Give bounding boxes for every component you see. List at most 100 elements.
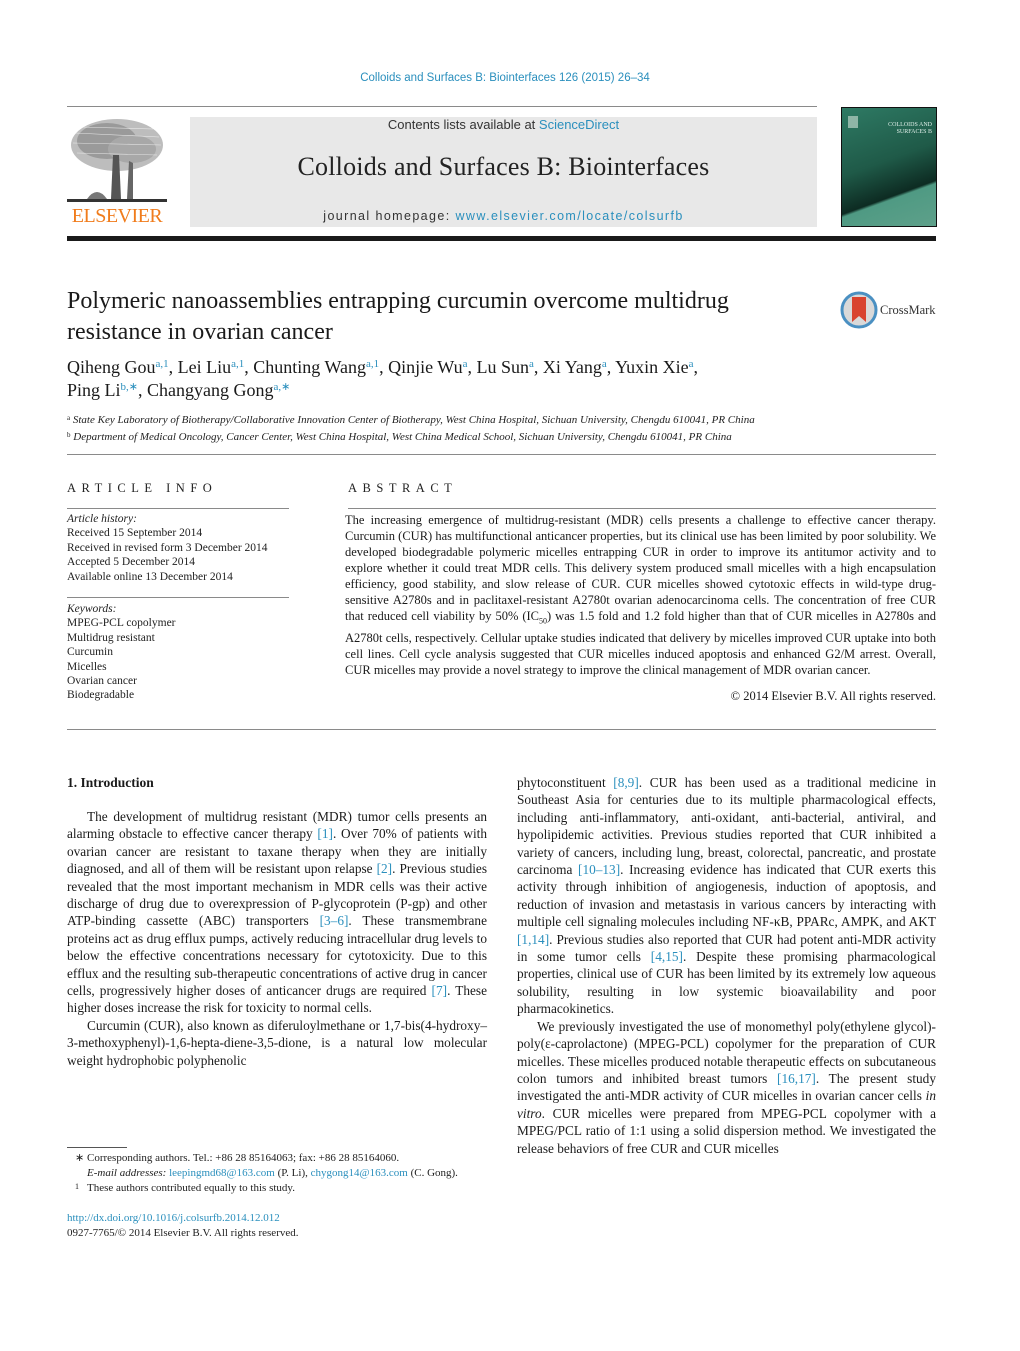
- affiliation-a: a State Key Laboratory of Biotherapy/Col…: [67, 411, 947, 428]
- footnote-rule: [67, 1147, 127, 1148]
- contents-line: Contents lists available at ScienceDirec…: [190, 117, 817, 132]
- journal-citation-link[interactable]: Colloids and Surfaces B: Biointerfaces 1…: [0, 72, 1010, 84]
- author-separator: ,: [693, 357, 699, 377]
- elsevier-wordmark: ELSEVIER: [71, 205, 163, 227]
- author-separator: ,: [244, 357, 254, 377]
- author-name[interactable]: Changyang Gong: [147, 380, 273, 400]
- author-name[interactable]: Chunting Wang: [253, 357, 366, 377]
- body-paragraph: The development of multidrug resistant (…: [67, 808, 487, 1017]
- author-name[interactable]: Qinjie Wu: [388, 357, 462, 377]
- footnotes: ∗ Corresponding authors. Tel.: +86 28 85…: [67, 1151, 497, 1196]
- article-info-heading: ARTICLE INFO: [67, 481, 218, 495]
- author-affiliation-marker[interactable]: a,1: [231, 358, 244, 370]
- author-separator: ,: [137, 380, 147, 400]
- footnote-text: These authors contributed equally to thi…: [87, 1182, 295, 1194]
- citation-link[interactable]: [2]: [377, 861, 393, 876]
- homepage-link[interactable]: www.elsevier.com/locate/colsurfb: [456, 209, 684, 223]
- author-separator: ,: [533, 357, 543, 377]
- keyword: Ovarian cancer: [67, 675, 137, 688]
- tree-icon: [67, 115, 167, 207]
- sciencedirect-link[interactable]: ScienceDirect: [539, 117, 619, 132]
- article-history: Article history: Received 15 September 2…: [67, 512, 297, 584]
- crossmark-icon: [840, 291, 878, 329]
- affiliation-mark: b: [67, 431, 71, 439]
- body-column-left: The development of multidrug resistant (…: [67, 808, 487, 1069]
- body-column-right: phytoconstituent [8,9]. CUR has been use…: [517, 774, 936, 1157]
- keywords-rule: [67, 597, 289, 598]
- body-text: phytoconstituent: [517, 775, 614, 790]
- keywords: Keywords: MPEG-PCL copolymer Multidrug r…: [67, 602, 297, 703]
- abstract-bottom-rule: [67, 729, 936, 730]
- email-label: E-mail addresses:: [87, 1167, 167, 1179]
- history-item: Received in revised form 3 December 2014: [67, 541, 268, 554]
- body-text: Curcumin (CUR), also known as diferuloyl…: [67, 1017, 487, 1068]
- abstract-rule: [348, 508, 936, 509]
- homepage-label: journal homepage:: [323, 209, 456, 223]
- keywords-label: Keywords:: [67, 603, 117, 615]
- header-rule: [67, 106, 817, 107]
- body-paragraph: phytoconstituent [8,9]. CUR has been use…: [517, 774, 936, 1018]
- email-owner: (P. Li),: [277, 1167, 308, 1179]
- article-info-rule: [67, 508, 289, 509]
- footnote-text: Corresponding authors. Tel.: +86 28 8516…: [87, 1152, 400, 1164]
- author-name[interactable]: Qiheng Gou: [67, 357, 156, 377]
- abstract-subscript: 50: [539, 616, 548, 626]
- author-name[interactable]: Yuxin Xie: [615, 357, 689, 377]
- citation-link[interactable]: [1,14]: [517, 932, 549, 947]
- footnote-mark: ∗: [75, 1152, 85, 1164]
- citation-link[interactable]: [3–6]: [320, 913, 349, 928]
- keyword: Curcumin: [67, 646, 113, 659]
- email-link[interactable]: leepingmd68@163.com: [169, 1167, 275, 1179]
- section-heading-introduction: 1. Introduction: [67, 775, 154, 790]
- affiliation-mark: a: [67, 414, 71, 422]
- abstract-heading: ABSTRACT: [348, 481, 458, 495]
- crossmark-button[interactable]: CrossMark: [840, 291, 940, 331]
- history-item: Available online 13 December 2014: [67, 570, 233, 583]
- keyword: Micelles: [67, 660, 107, 673]
- citation-link[interactable]: [16,17]: [777, 1071, 816, 1086]
- footnote-emails: E-mail addresses: leepingmd68@163.com (P…: [67, 1166, 497, 1181]
- header-thick-rule: [67, 236, 936, 241]
- author-separator: ,: [606, 357, 616, 377]
- author-affiliation-marker[interactable]: a,1: [366, 358, 379, 370]
- author-affiliation-marker[interactable]: a,∗: [273, 381, 290, 393]
- author-name[interactable]: Lu Sun: [476, 357, 529, 377]
- section-rule: [67, 454, 936, 455]
- email-link[interactable]: chygong14@163.com: [311, 1167, 408, 1179]
- author-affiliation-marker[interactable]: b,∗: [121, 381, 138, 393]
- journal-title: Colloids and Surfaces B: Biointerfaces: [297, 152, 710, 181]
- citation-link[interactable]: [8,9]: [613, 775, 638, 790]
- doi-link[interactable]: http://dx.doi.org/10.1016/j.colsurfb.201…: [67, 1211, 280, 1226]
- crossmark-label: CrossMark: [880, 303, 936, 317]
- author-affiliation-marker[interactable]: a,1: [156, 358, 169, 370]
- history-item: Accepted 5 December 2014: [67, 556, 196, 569]
- citation-link[interactable]: [7]: [432, 983, 448, 998]
- author-name[interactable]: Ping Li: [67, 380, 121, 400]
- history-label: Article history:: [67, 513, 137, 525]
- citation-link[interactable]: [1]: [317, 826, 333, 841]
- author-name[interactable]: Lei Liu: [178, 357, 231, 377]
- body-text: . CUR micelles were prepared from MPEG-P…: [517, 1105, 936, 1156]
- journal-cover-thumbnail[interactable]: COLLOIDS AND SURFACES B: [841, 107, 937, 227]
- cover-title: COLLOIDS AND SURFACES B: [888, 122, 932, 135]
- citation-link[interactable]: [4,15]: [651, 949, 683, 964]
- author-separator: ,: [168, 357, 178, 377]
- footnote-mark: 1: [75, 1182, 79, 1191]
- abstract-text: The increasing emergence of multidrug-re…: [345, 512, 936, 678]
- email-owner: (C. Gong).: [410, 1167, 458, 1179]
- author-list: Qiheng Goua,1, Lei Liua,1, Chunting Wang…: [67, 356, 937, 402]
- contents-prefix: Contents lists available at: [387, 117, 539, 132]
- author-separator: ,: [379, 357, 389, 377]
- footnote-equal-contribution: 1 These authors contributed equally to t…: [67, 1181, 497, 1196]
- keyword: MPEG-PCL copolymer: [67, 617, 176, 630]
- citation-link[interactable]: [10–13]: [578, 862, 620, 877]
- affiliation-text: State Key Laboratory of Biotherapy/Colla…: [72, 414, 755, 426]
- footnote-corresponding: ∗ Corresponding authors. Tel.: +86 28 85…: [67, 1151, 497, 1166]
- affiliation-b: b Department of Medical Oncology, Cancer…: [67, 428, 947, 445]
- abstract-text-part: The increasing emergence of multidrug-re…: [345, 513, 936, 623]
- body-paragraph: Curcumin (CUR), also known as diferuloyl…: [67, 1017, 487, 1069]
- body-paragraph: We previously investigated the use of mo…: [517, 1018, 936, 1157]
- affiliations: a State Key Laboratory of Biotherapy/Col…: [67, 411, 947, 445]
- author-name[interactable]: Xi Yang: [543, 357, 602, 377]
- affiliation-text: Department of Medical Oncology, Cancer C…: [73, 431, 732, 443]
